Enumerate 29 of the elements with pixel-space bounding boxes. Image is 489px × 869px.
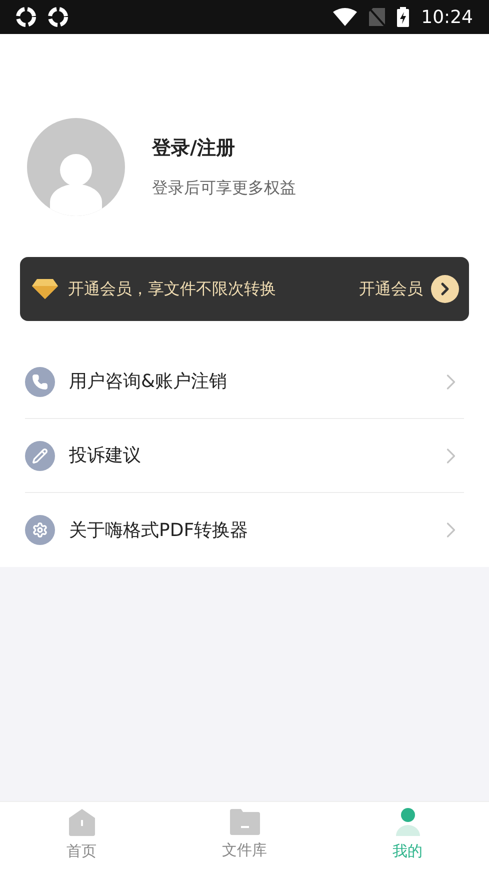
wifi-icon	[333, 8, 358, 26]
battery-icon	[397, 7, 410, 27]
chevron-icon	[431, 275, 459, 303]
tab-label: 首页	[66, 841, 96, 862]
nav-tab[interactable]: 文件库	[163, 802, 326, 869]
menu-item[interactable]: 用户咨询&账户注销	[25, 345, 464, 419]
sync-icon	[16, 7, 36, 27]
vip-action-text: 开通会员	[359, 278, 423, 300]
pencil-icon	[25, 440, 55, 470]
menu-label: 投诉建议	[69, 444, 142, 468]
tab-label: 我的	[392, 841, 422, 862]
folder-icon	[230, 809, 260, 836]
sync-icon	[48, 7, 68, 27]
diamond-icon	[32, 279, 58, 299]
login-subtitle: 登录后可享更多权益	[152, 177, 296, 200]
tab-label: 文件库	[222, 840, 267, 862]
vip-promo-text: 开通会员，享文件不限次转换	[68, 278, 276, 300]
gear-icon	[25, 515, 55, 545]
menu-item[interactable]: 关于嗨格式PDF转换器	[25, 493, 464, 567]
vip-banner[interactable]: 开通会员，享文件不限次转换 开通会员	[20, 257, 469, 321]
nav-tab[interactable]: 首页	[0, 802, 163, 869]
home-icon	[66, 808, 96, 836]
login-title[interactable]: 登录/注册	[152, 134, 296, 162]
status-time: 10:24	[421, 6, 473, 30]
menu-label: 关于嗨格式PDF转换器	[69, 518, 250, 542]
menu-label: 用户咨询&账户注销	[69, 370, 228, 394]
phone-icon	[25, 366, 55, 396]
menu-item[interactable]: 投诉建议	[25, 419, 464, 493]
no-sim-icon	[369, 8, 386, 26]
